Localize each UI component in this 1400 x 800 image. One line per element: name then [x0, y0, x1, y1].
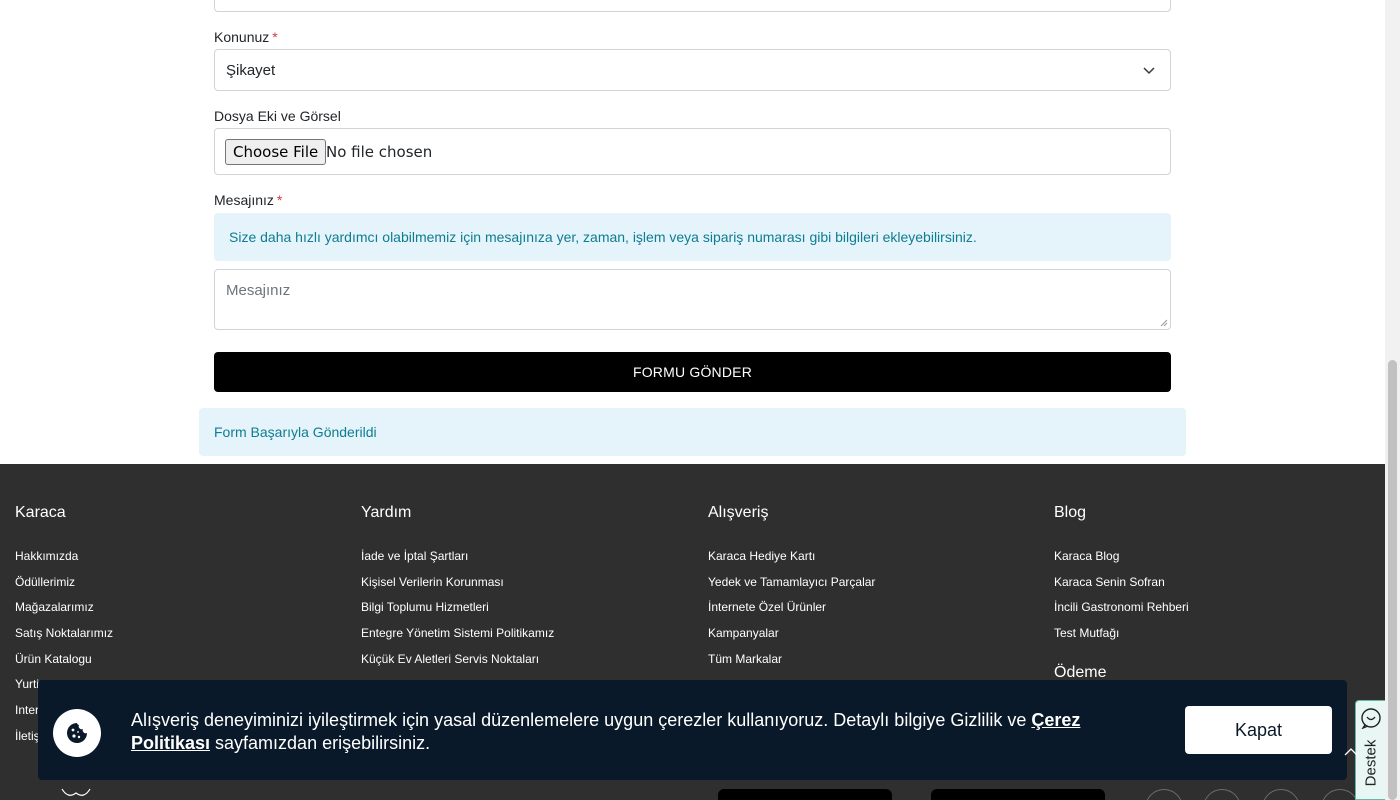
footer-column-title: Karaca: [15, 504, 66, 521]
footer-link[interactable]: İade ve İptal Şartları: [361, 549, 554, 575]
footer-column-yardim: Yardım İade ve İptal Şartları Kişisel Ve…: [361, 504, 554, 677]
required-mark: *: [272, 29, 278, 45]
footer-column-blog: Blog Karaca Blog Karaca Senin Sofran İnc…: [1054, 504, 1189, 652]
footer-link[interactable]: Karaca Blog: [1054, 549, 1189, 575]
file-status: No file chosen: [326, 143, 433, 161]
youtube-icon[interactable]: [1321, 789, 1359, 800]
footer-link[interactable]: Yedek ve Tamamlayıcı Parçalar: [708, 575, 875, 601]
brand-logo-icon: [61, 788, 91, 796]
twitter-icon[interactable]: [1203, 789, 1241, 800]
message-hint-text: Size daha hızlı yardımcı olabilmemiz içi…: [229, 229, 977, 245]
footer-link[interactable]: İnternete Özel Ürünler: [708, 600, 875, 626]
footer-link[interactable]: Mağazalarımız: [15, 600, 113, 626]
cookie-close-button[interactable]: Kapat: [1185, 706, 1332, 754]
footer-link[interactable]: Küçük Ev Aletleri Servis Noktaları: [361, 652, 554, 678]
footer-link[interactable]: Bilgi Toplumu Hizmetleri: [361, 600, 554, 626]
chevron-down-icon: [1143, 67, 1155, 75]
footer-column-alisveris: Alışveriş Karaca Hediye Kartı Yedek ve T…: [708, 504, 875, 677]
message-placeholder: Mesajınız: [226, 282, 291, 299]
cookie-text: Alışveriş deneyiminizi iyileştirmek için…: [131, 710, 1032, 730]
footer-column-title: Blog: [1054, 504, 1087, 521]
instagram-icon[interactable]: [1262, 789, 1300, 800]
app-store-button[interactable]: [718, 789, 892, 800]
footer-link[interactable]: Karaca Senin Sofran: [1054, 575, 1189, 601]
message-label: Mesajınız *: [214, 192, 283, 208]
subject-label: Konunuz *: [214, 29, 278, 45]
footer-link[interactable]: Satış Noktalarımız: [15, 626, 113, 652]
subject-select[interactable]: Şikayet: [214, 49, 1171, 91]
footer-column-title: Alışveriş: [708, 504, 769, 521]
choose-file-button[interactable]: Choose File: [225, 139, 327, 165]
facebook-icon[interactable]: [1145, 789, 1183, 800]
cookie-text: sayfamızdan erişebilirsiniz.: [210, 733, 431, 753]
footer-link[interactable]: Ürün Katalogu: [15, 652, 113, 678]
google-play-button[interactable]: [931, 789, 1105, 800]
footer-link[interactable]: Ödüllerimiz: [15, 575, 113, 601]
page-scrollbar[interactable]: [1385, 0, 1400, 800]
message-hint: Size daha hızlı yardımcı olabilmemiz içi…: [214, 213, 1171, 261]
footer-column-title: Yardım: [361, 504, 412, 521]
message-textarea[interactable]: Mesajınız: [214, 269, 1171, 330]
required-mark: *: [276, 192, 283, 208]
footer-link[interactable]: Entegre Yönetim Sistemi Politikamız: [361, 626, 554, 652]
cookie-message: Alışveriş deneyiminizi iyileştirmek için…: [131, 709, 1161, 755]
submit-button[interactable]: FORMU GÖNDER: [214, 352, 1171, 392]
footer-link[interactable]: Karaca Hediye Kartı: [708, 549, 875, 575]
chat-support-icon: [1361, 708, 1381, 729]
support-label: Destek: [1362, 739, 1380, 787]
previous-input-field[interactable]: [214, 0, 1171, 12]
footer-link[interactable]: Kampanyalar: [708, 626, 875, 652]
file-input[interactable]: Choose File No file chosen: [214, 128, 1171, 175]
resize-grip-icon[interactable]: [1160, 319, 1168, 327]
footer-link[interactable]: Test Mutfağı: [1054, 626, 1189, 652]
footer-link[interactable]: Kişisel Verilerin Korunması: [361, 575, 554, 601]
attachment-label: Dosya Eki ve Görsel: [214, 108, 341, 124]
footer-link[interactable]: İncili Gastronomi Rehberi: [1054, 600, 1189, 626]
subject-select-value: Şikayet: [226, 62, 276, 79]
cookie-banner: Alışveriş deneyiminizi iyileştirmek için…: [38, 680, 1358, 780]
cookie-icon: [53, 709, 101, 757]
support-tab[interactable]: Destek: [1355, 700, 1385, 800]
scrollbar-thumb[interactable]: [1388, 360, 1397, 800]
footer-link[interactable]: Hakkımızda: [15, 549, 113, 575]
chevron-up-icon: [1344, 748, 1358, 756]
success-alert: Form Başarıyla Gönderildi: [199, 408, 1186, 456]
success-message: Form Başarıyla Gönderildi: [214, 424, 377, 440]
footer-link[interactable]: Tüm Markalar: [708, 652, 875, 678]
